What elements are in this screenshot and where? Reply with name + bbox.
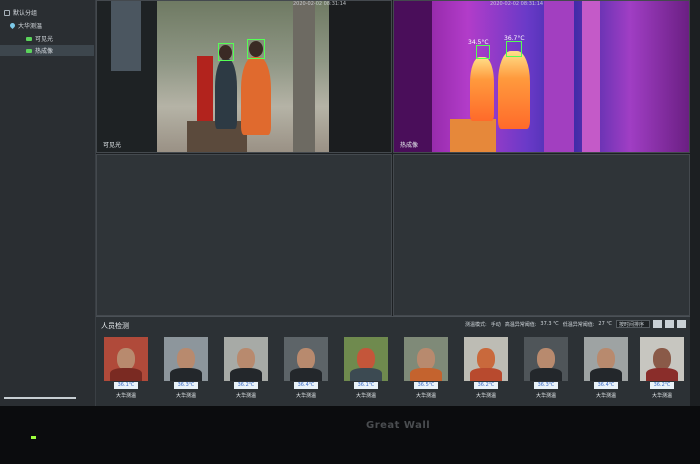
temperature-label: 36.7°C xyxy=(504,35,525,42)
capture-temperature: 36.4℃ xyxy=(594,382,618,389)
expand-button[interactable] xyxy=(677,320,686,328)
sort-select[interactable]: 按时间排序 xyxy=(616,320,650,328)
face-detection-box xyxy=(218,43,234,61)
face-snapshot xyxy=(404,337,448,381)
video-pane-thermal[interactable]: 34.5°C 36.7°C 2020-02-02 08:31:14 热成像 xyxy=(393,0,690,153)
pane-label: 可见光 xyxy=(103,142,122,149)
capture-device-name: 大华测温 xyxy=(235,393,256,399)
camera-icon xyxy=(26,48,32,53)
capture-list: 36.1℃ 大华测温 36.3℃ 大华测温 36.2℃ 大华测温 36.4℃ 大… xyxy=(104,337,684,403)
face-detection-box xyxy=(247,39,265,59)
capture-temperature: 36.2℃ xyxy=(650,382,674,389)
grid-view-button[interactable] xyxy=(653,320,662,328)
face-snapshot xyxy=(524,337,568,381)
horizontal-scrollbar[interactable] xyxy=(4,397,76,399)
capture-device-name: 大华测温 xyxy=(175,393,196,399)
panel-title: 人员检测 xyxy=(101,322,129,330)
capture-item[interactable]: 36.2℃ 大华测温 xyxy=(640,337,684,403)
low-alarm-value[interactable]: 27 ℃ xyxy=(598,321,612,327)
tree-item-dahua-temp[interactable]: 大华测温 xyxy=(8,20,43,31)
video-pane-empty[interactable] xyxy=(393,154,690,316)
camera-icon xyxy=(26,36,32,41)
capture-device-name: 大华测温 xyxy=(415,393,436,399)
face-snapshot xyxy=(284,337,328,381)
capture-temperature: 36.1℃ xyxy=(114,382,138,389)
capture-temperature: 36.5℃ xyxy=(414,382,438,389)
tree-item-default-group[interactable]: 默认分组 xyxy=(4,7,37,18)
video-pane-empty[interactable] xyxy=(96,154,392,316)
detection-options: 测温模式: 手动 高温异常阈值: 37.3 ℃ 低温异常阈值: 27 ℃ 按时间… xyxy=(465,320,650,328)
capture-item[interactable]: 36.3℃ 大华测温 xyxy=(524,337,568,403)
high-alarm-value[interactable]: 37.3 ℃ xyxy=(540,321,558,327)
power-led-icon xyxy=(31,436,36,439)
capture-item[interactable]: 36.2℃ 大华测温 xyxy=(464,337,508,403)
pane-label: 热成像 xyxy=(400,142,419,149)
tree-item-thermal-camera[interactable]: 热成像 xyxy=(0,45,94,56)
capture-item[interactable]: 36.5℃ 大华测温 xyxy=(404,337,448,403)
monitor-screen: 默认分组 大华测温 可见光 热成像 2020-02-02 08:31:14 可见… xyxy=(0,0,700,406)
timestamp-overlay: 2020-02-02 08:31:14 xyxy=(293,1,347,7)
capture-item[interactable]: 36.4℃ 大华测温 xyxy=(584,337,628,403)
tree-item-label: 大华测温 xyxy=(18,23,43,30)
screen-right-edge xyxy=(690,0,700,406)
capture-temperature: 36.2℃ xyxy=(474,382,498,389)
capture-item[interactable]: 36.3℃ 大华测温 xyxy=(164,337,208,403)
capture-device-name: 大华测温 xyxy=(355,393,376,399)
low-alarm-label: 低温异常阈值: xyxy=(562,321,595,328)
detect-mode-label: 测温模式: xyxy=(465,321,487,328)
face-detection-box xyxy=(476,45,490,59)
tree-item-label: 热成像 xyxy=(35,48,54,55)
high-alarm-label: 高温异常阈值: xyxy=(504,321,537,328)
capture-item[interactable]: 36.1℃ 大华测温 xyxy=(104,337,148,403)
capture-device-name: 大华测温 xyxy=(295,393,316,399)
detect-mode-value[interactable]: 手动 xyxy=(491,321,501,328)
temperature-label: 34.5°C xyxy=(468,39,489,46)
capture-item[interactable]: 36.1℃ 大华测温 xyxy=(344,337,388,403)
group-icon xyxy=(4,9,10,16)
video-pane-visible[interactable]: 2020-02-02 08:31:14 可见光 xyxy=(96,0,392,153)
person-detection-panel: 人员检测 测温模式: 手动 高温异常阈值: 37.3 ℃ 低温异常阈值: 27 … xyxy=(96,316,690,406)
capture-temperature: 36.1℃ xyxy=(354,382,378,389)
capture-device-name: 大华测温 xyxy=(595,393,616,399)
face-snapshot xyxy=(104,337,148,381)
capture-item[interactable]: 36.2℃ 大华测温 xyxy=(224,337,268,403)
list-view-button[interactable] xyxy=(665,320,674,328)
face-snapshot xyxy=(640,337,684,381)
tree-item-visible-camera[interactable]: 可见光 xyxy=(26,33,53,44)
capture-device-name: 大华测温 xyxy=(535,393,556,399)
face-detection-box xyxy=(506,41,522,57)
capture-device-name: 大华测温 xyxy=(475,393,496,399)
location-pin-icon xyxy=(8,21,17,30)
face-snapshot xyxy=(344,337,388,381)
face-snapshot xyxy=(164,337,208,381)
capture-temperature: 36.3℃ xyxy=(174,382,198,389)
device-tree-sidebar: 默认分组 大华测温 可见光 热成像 xyxy=(0,0,96,406)
monitor-brand-logo: Great Wall xyxy=(366,420,431,431)
video-grid: 2020-02-02 08:31:14 可见光 34.5°C 36.7°C 20… xyxy=(96,0,690,316)
capture-temperature: 36.4℃ xyxy=(294,382,318,389)
face-snapshot xyxy=(224,337,268,381)
face-snapshot xyxy=(584,337,628,381)
capture-temperature: 36.3℃ xyxy=(534,382,558,389)
visible-camera-feed xyxy=(97,1,391,152)
timestamp-overlay: 2020-02-02 08:31:14 xyxy=(490,1,544,7)
capture-temperature: 36.2℃ xyxy=(234,382,258,389)
tree-item-label: 默认分组 xyxy=(13,10,38,17)
capture-device-name: 大华测温 xyxy=(651,393,672,399)
capture-item[interactable]: 36.4℃ 大华测温 xyxy=(284,337,328,403)
thermal-camera-feed: 34.5°C 36.7°C xyxy=(394,1,689,152)
capture-device-name: 大华测温 xyxy=(115,393,136,399)
face-snapshot xyxy=(464,337,508,381)
tree-item-label: 可见光 xyxy=(35,36,54,43)
